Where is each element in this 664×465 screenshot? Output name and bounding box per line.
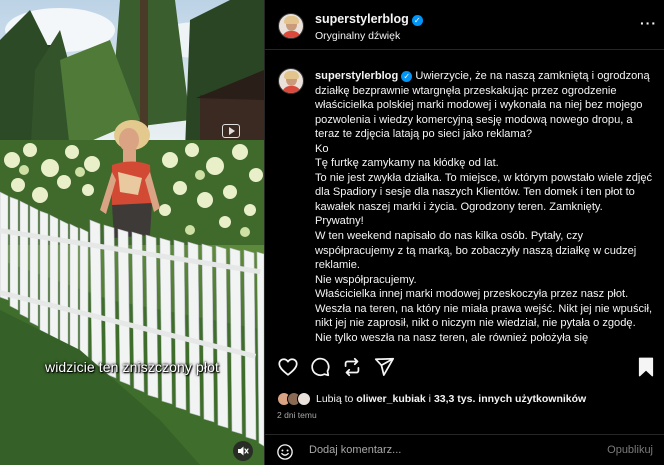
more-options-button[interactable]: ···: [640, 16, 657, 30]
liker-username[interactable]: oliwer_kubiak: [356, 393, 425, 405]
repost-icon[interactable]: [341, 356, 363, 378]
audio-label[interactable]: Oryginalny dźwięk: [315, 30, 400, 42]
caption-text: Uwierzycie, że na naszą zamkniętą i ogro…: [315, 70, 653, 344]
likes-others-link[interactable]: 33,3 tys. innych użytkowników: [434, 393, 586, 405]
caption-username[interactable]: superstylerblog: [315, 70, 398, 82]
likes-summary: Lubią to oliwer_kubiak i 33,3 tys. innyc…: [277, 391, 586, 407]
bookmark-icon[interactable]: [635, 356, 657, 378]
post-header: superstylerblog ✓ Oryginalny dźwięk ···: [265, 0, 664, 50]
verified-badge-icon: ✓: [401, 71, 413, 82]
verified-badge-icon: ✓: [411, 15, 423, 26]
comment-input[interactable]: [309, 444, 589, 456]
likes-connector: i: [428, 393, 432, 405]
likes-prefix: Lubią to: [316, 393, 354, 405]
emoji-icon[interactable]: [276, 443, 294, 461]
avatar[interactable]: [278, 13, 304, 39]
post-video[interactable]: widzicie ten zniszczony płot: [0, 0, 264, 465]
heart-icon[interactable]: [277, 356, 299, 378]
liker-avatar: [297, 392, 311, 406]
post-caption: superstylerblog ✓ Uwierzycie, że na naszą…: [315, 69, 653, 344]
share-icon[interactable]: [373, 356, 395, 378]
reel-icon: [222, 124, 240, 138]
header-username[interactable]: superstylerblog ✓: [315, 12, 423, 26]
speaker-muted-icon: [238, 446, 249, 456]
post-panel: superstylerblog ✓ Oryginalny dźwięk ··· s…: [264, 0, 664, 465]
post-timestamp[interactable]: 2 dni temu: [277, 410, 317, 420]
caption-avatar[interactable]: [278, 68, 304, 94]
add-comment-bar: Opublikuj: [265, 434, 664, 465]
video-frame: [0, 0, 264, 465]
action-bar: [265, 356, 664, 382]
post-comment-button[interactable]: Opublikuj: [607, 444, 653, 456]
video-caption: widzicie ten zniszczony płot: [45, 359, 219, 375]
mute-button[interactable]: [233, 441, 253, 461]
comment-icon[interactable]: [309, 356, 331, 378]
